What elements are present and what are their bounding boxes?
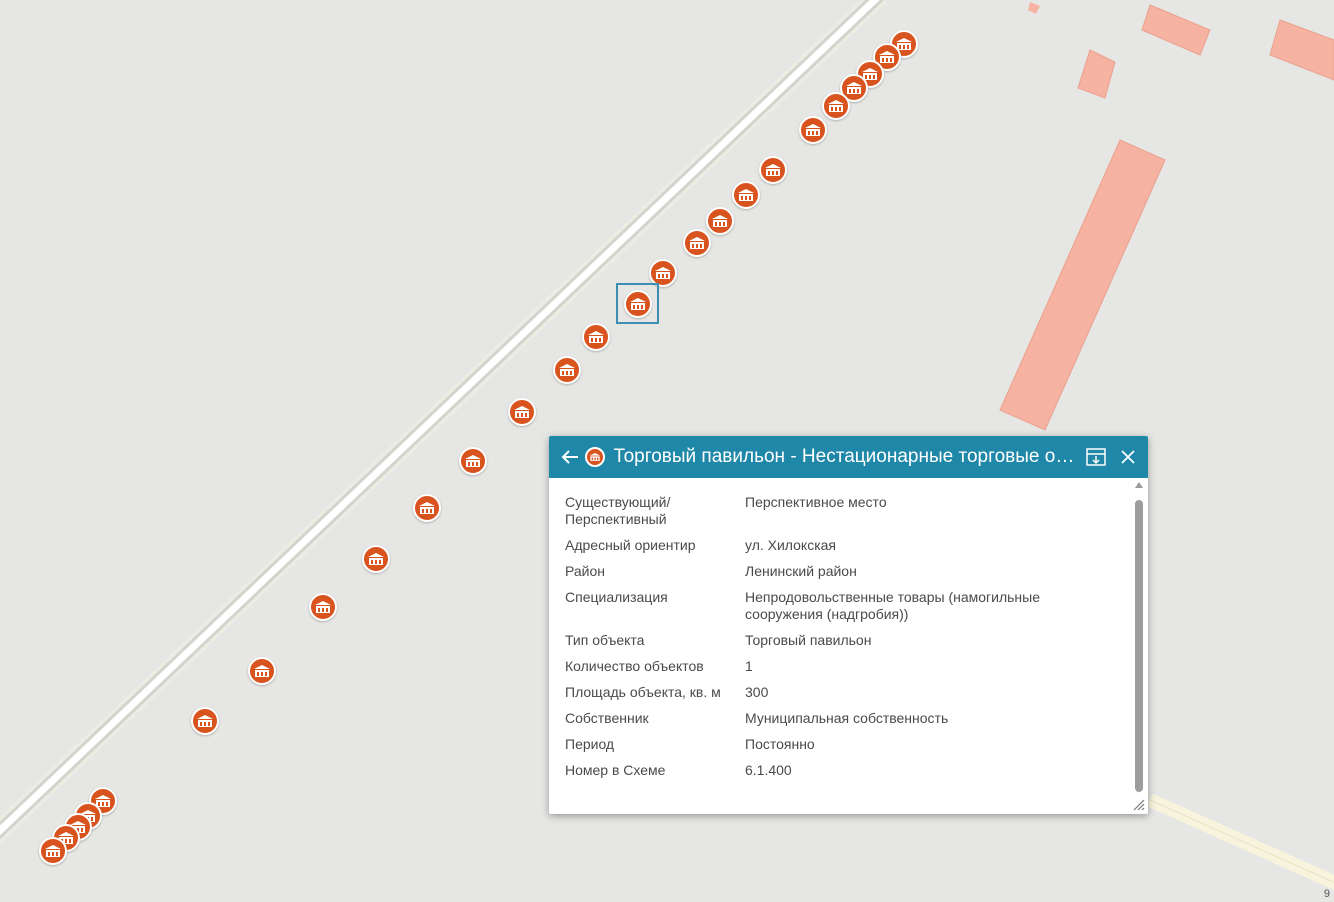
kiosk-icon[interactable]	[822, 92, 850, 120]
attribute-row: Специализация Непродовольственные товары …	[565, 589, 1129, 623]
building-long	[999, 139, 1166, 431]
resize-handle-icon[interactable]	[1131, 797, 1145, 811]
kiosk-icon	[585, 447, 606, 467]
attribute-key: Специализация	[565, 589, 668, 605]
feature-popup[interactable]: Торговый павильон - Нестационарные торго…	[549, 436, 1148, 814]
scrollbar[interactable]	[1134, 482, 1144, 792]
attribute-value: Торговый павильон	[745, 632, 872, 648]
attribute-row: Номер в Схеме 6.1.400	[565, 762, 1129, 779]
kiosk-icon[interactable]	[799, 116, 827, 144]
attribute-key: Собственник	[565, 710, 649, 726]
scroll-up-arrow-icon[interactable]	[1135, 482, 1143, 488]
attribute-row: Количество объектов 1	[565, 658, 1129, 675]
kiosk-icon[interactable]	[624, 290, 652, 318]
kiosk-icon[interactable]	[191, 707, 219, 735]
attribute-key: Адресный ориентир	[565, 537, 696, 553]
kiosk-icon[interactable]	[649, 259, 677, 287]
attribute-table: Существующий/ Перспективный Перспективное…	[549, 478, 1129, 779]
attribute-value: 300	[745, 684, 769, 700]
building-top-right	[1269, 19, 1334, 81]
attribute-key: Район	[565, 563, 605, 579]
popup-title: Торговый павильон - Нестационарные торго…	[613, 446, 1080, 467]
attribute-key: Номер в Схеме	[565, 762, 666, 778]
attribute-row: Период Постоянно	[565, 736, 1129, 753]
attribute-row: Тип объекта Торговый павильон	[565, 632, 1129, 649]
kiosk-icon[interactable]	[39, 837, 67, 865]
kiosk-icon[interactable]	[362, 545, 390, 573]
attribute-value: 6.1.400	[745, 762, 792, 778]
popup-header: Торговый павильон - Нестационарные торго…	[549, 436, 1148, 478]
kiosk-icon[interactable]	[732, 181, 760, 209]
kiosk-icon[interactable]	[683, 229, 711, 257]
attribute-value: ул. Хилокская	[745, 537, 836, 553]
attribute-value: Ленинский район	[745, 563, 857, 579]
kiosk-icon[interactable]	[759, 156, 787, 184]
kiosk-icon[interactable]	[553, 356, 581, 384]
kiosk-icon[interactable]	[413, 494, 441, 522]
attribute-row: Собственник Муниципальная собственность	[565, 710, 1129, 727]
kiosk-icon[interactable]	[508, 398, 536, 426]
kiosk-icon[interactable]	[248, 657, 276, 685]
attribute-key: Тип объекта	[565, 632, 645, 648]
attribute-value: Перспективное место	[745, 494, 887, 510]
attribute-value: Муниципальная собственность	[745, 710, 949, 726]
kiosk-icon[interactable]	[459, 447, 487, 475]
scroll-thumb[interactable]	[1135, 500, 1143, 792]
attribute-row: Существующий/ Перспективный Перспективное…	[565, 494, 1129, 528]
attribute-value: Непродовольственные товары (намогильные …	[745, 589, 1041, 622]
kiosk-icon[interactable]	[309, 593, 337, 621]
attribute-value: Постоянно	[745, 736, 815, 752]
attribute-key: Площадь объекта, кв. м	[565, 684, 721, 700]
building-fragment	[1028, 2, 1040, 14]
attribute-key: Период	[565, 736, 615, 752]
popup-body: Существующий/ Перспективный Перспективное…	[549, 478, 1148, 814]
dock-icon[interactable]	[1084, 444, 1108, 470]
attribute-value: 1	[745, 658, 753, 674]
building-top	[1141, 4, 1211, 56]
attribute-key: Количество объектов	[565, 658, 704, 674]
close-icon[interactable]	[1116, 444, 1140, 470]
attribute-row: Район Ленинский район	[565, 563, 1129, 580]
attribute-row: Адресный ориентир ул. Хилокская	[565, 537, 1129, 554]
attribute-key: Существующий/ Перспективный	[565, 494, 671, 527]
arrow-left-icon[interactable]	[561, 445, 579, 469]
kiosk-icon[interactable]	[582, 323, 610, 351]
attribute-row: Площадь объекта, кв. м 300	[565, 684, 1129, 701]
corner-label: 9	[1323, 888, 1330, 900]
building-small	[1077, 49, 1116, 99]
kiosk-icon[interactable]	[706, 207, 734, 235]
